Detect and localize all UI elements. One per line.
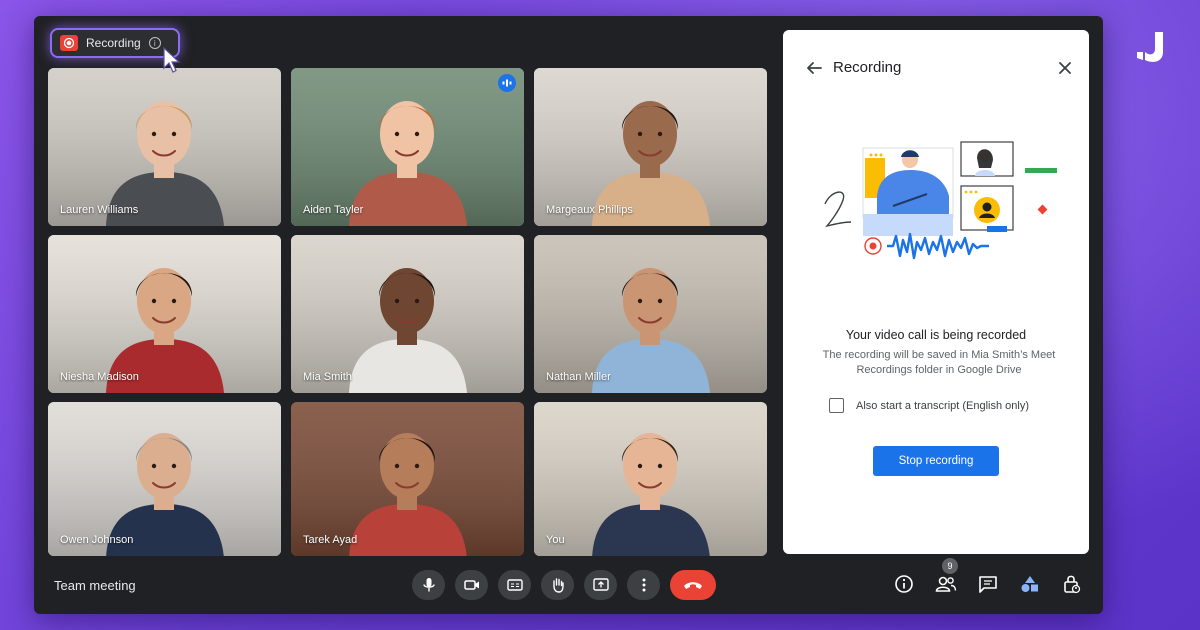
- participant-video: [48, 68, 281, 226]
- activities-button[interactable]: [1018, 572, 1042, 596]
- brand-logo-icon: [1137, 32, 1163, 62]
- participant-video: [291, 402, 524, 556]
- chat-button[interactable]: [976, 572, 1000, 596]
- present-button[interactable]: [584, 570, 617, 600]
- speaking-indicator-icon: [498, 74, 516, 92]
- participant-name: Mia Smith: [303, 371, 352, 383]
- participant-tile[interactable]: Nathan Miller: [534, 235, 767, 393]
- participant-tile[interactable]: Aiden Tayler: [291, 68, 524, 226]
- more-options-button[interactable]: [627, 570, 660, 600]
- captions-button[interactable]: [498, 570, 531, 600]
- recording-panel: Recording Your video call is being recor…: [783, 30, 1089, 554]
- participant-tile[interactable]: Tarek Ayad: [291, 402, 524, 556]
- recording-heading: Your video call is being recorded: [845, 328, 1027, 342]
- more-vert-icon: [642, 578, 645, 592]
- participant-name: You: [546, 534, 565, 546]
- back-arrow-icon[interactable]: [805, 59, 823, 77]
- recording-chip-label: Recording: [86, 36, 141, 50]
- participant-video: [48, 402, 281, 556]
- captions-icon: [506, 579, 523, 591]
- recording-illustration: [824, 141, 1057, 260]
- info-icon: [895, 575, 913, 593]
- mouse-cursor-icon: [163, 46, 181, 73]
- participant-tile[interactable]: Margeaux Phillips: [534, 68, 767, 226]
- participant-video: [291, 235, 524, 393]
- end-call-button[interactable]: [670, 570, 716, 600]
- stop-recording-button[interactable]: Stop recording: [873, 446, 999, 476]
- camera-button[interactable]: [455, 570, 488, 600]
- meet-window: Recording i Lauren Williams Aiden Tayler…: [34, 16, 1103, 614]
- recording-description: The recording will be saved in Mia Smith…: [822, 349, 1056, 376]
- participant-name: Niesha Madison: [60, 371, 139, 383]
- recording-chip[interactable]: Recording i: [50, 28, 180, 58]
- participant-tile[interactable]: Owen Johnson: [48, 402, 281, 556]
- panel-title: Recording: [833, 59, 902, 76]
- participant-video: [534, 235, 767, 393]
- participant-name: Lauren Williams: [60, 204, 139, 216]
- participant-tile[interactable]: Mia Smith: [291, 235, 524, 393]
- participant-name: Nathan Miller: [546, 371, 611, 383]
- participant-name: Tarek Ayad: [303, 534, 358, 546]
- lock-person-icon: [1064, 575, 1081, 594]
- transcript-checkbox[interactable]: [829, 398, 844, 413]
- participant-name: Aiden Tayler: [303, 204, 364, 216]
- people-button[interactable]: 9: [934, 558, 958, 596]
- end-call-icon: [684, 582, 702, 589]
- meeting-name: Team meeting: [54, 578, 136, 593]
- participant-video: [48, 235, 281, 393]
- recording-icon: [60, 35, 78, 51]
- microphone-button[interactable]: [412, 570, 445, 600]
- participant-tile[interactable]: Niesha Madison: [48, 235, 281, 393]
- call-controls: [412, 570, 716, 600]
- transcript-label: Also start a transcript (English only): [856, 399, 1030, 412]
- people-count-badge: 9: [942, 558, 958, 574]
- close-icon[interactable]: [1057, 60, 1073, 76]
- meeting-details-button[interactable]: [892, 572, 916, 596]
- meeting-tools: 9: [892, 558, 1084, 596]
- participant-tile[interactable]: You: [534, 402, 767, 556]
- activities-shapes-icon: [1021, 576, 1038, 592]
- participant-video: [534, 402, 767, 556]
- host-controls-button[interactable]: [1060, 572, 1084, 596]
- participant-grid: Lauren Williams Aiden Tayler Margeaux Ph…: [48, 68, 769, 556]
- info-icon[interactable]: i: [148, 37, 161, 49]
- present-screen-icon: [592, 578, 609, 591]
- participant-tile[interactable]: Lauren Williams: [48, 68, 281, 226]
- participant-video: [291, 68, 524, 226]
- chat-icon: [979, 576, 997, 593]
- raise-hand-button[interactable]: [541, 570, 574, 600]
- microphone-icon: [422, 578, 435, 592]
- participant-name: Margeaux Phillips: [546, 204, 633, 216]
- camera-icon: [463, 580, 479, 590]
- hand-icon: [552, 578, 564, 593]
- transcript-option[interactable]: Also start a transcript (English only): [829, 398, 1029, 413]
- people-icon: [935, 576, 957, 592]
- participant-name: Owen Johnson: [60, 534, 134, 546]
- participant-video: [534, 68, 767, 226]
